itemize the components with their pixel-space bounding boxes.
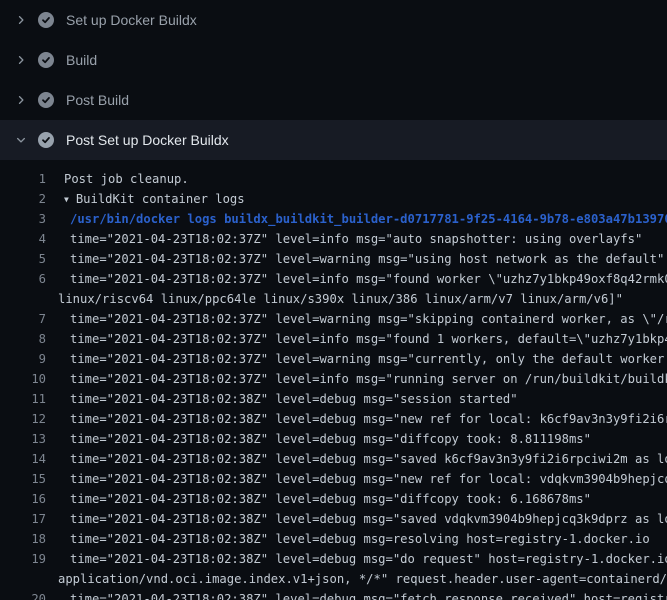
- chevron-right-icon[interactable]: [12, 52, 30, 68]
- log-text: time="2021-04-23T18:02:37Z" level=warnin…: [70, 252, 664, 266]
- log-row: 16 time="2021-04-23T18:02:38Z" level=debu…: [0, 489, 667, 509]
- log-row: linux/riscv64 linux/ppc64le linux/s390x …: [0, 289, 667, 309]
- section-label: Build: [66, 52, 97, 68]
- line-number[interactable]: 12: [0, 409, 46, 429]
- line-number[interactable]: 15: [0, 469, 46, 489]
- collapse-triangle-icon[interactable]: ▼: [64, 190, 69, 209]
- line-number[interactable]: 9: [0, 349, 46, 369]
- log-row: 3/usr/bin/docker logs buildx_buildkit_bu…: [0, 209, 667, 229]
- line-number[interactable]: 18: [0, 529, 46, 549]
- log-row: 18 time="2021-04-23T18:02:38Z" level=debu…: [0, 529, 667, 549]
- log-row: 9 time="2021-04-23T18:02:37Z" level=warni…: [0, 349, 667, 369]
- log-text: time="2021-04-23T18:02:38Z" level=debug …: [70, 492, 591, 506]
- log-text: time="2021-04-23T18:02:38Z" level=debug …: [70, 452, 667, 466]
- log-text: time="2021-04-23T18:02:38Z" level=debug …: [70, 392, 518, 406]
- line-number[interactable]: 11: [0, 389, 46, 409]
- log-text: time="2021-04-23T18:02:38Z" level=debug …: [70, 592, 667, 600]
- section-row-set-up-docker-buildx[interactable]: Set up Docker Buildx: [0, 0, 667, 40]
- line-number[interactable]: 14: [0, 449, 46, 469]
- check-circle-icon: [38, 92, 54, 108]
- line-number[interactable]: 1: [0, 169, 46, 189]
- line-number[interactable]: 7: [0, 309, 46, 329]
- log-row: 6 time="2021-04-23T18:02:37Z" level=info …: [0, 269, 667, 289]
- line-number[interactable]: 17: [0, 509, 46, 529]
- command-text: /usr/bin/docker logs buildx_buildkit_bui…: [70, 212, 667, 226]
- actions-log-viewer: Set up Docker Buildx Build Post Build: [0, 0, 667, 600]
- log-text: time="2021-04-23T18:02:37Z" level=warnin…: [70, 352, 667, 366]
- line-number[interactable]: 19: [0, 549, 46, 569]
- section-row-post-set-up-docker-buildx[interactable]: Post Set up Docker Buildx: [0, 120, 667, 160]
- check-circle-icon: [38, 12, 54, 28]
- log-text: time="2021-04-23T18:02:38Z" level=debug …: [70, 532, 650, 546]
- line-number[interactable]: 8: [0, 329, 46, 349]
- log-row: 10 time="2021-04-23T18:02:37Z" level=info…: [0, 369, 667, 389]
- line-number[interactable]: 6: [0, 269, 46, 289]
- chevron-right-icon[interactable]: [12, 12, 30, 28]
- log-text: time="2021-04-23T18:02:38Z" level=debug …: [70, 412, 667, 426]
- step-sections: Set up Docker Buildx Build Post Build: [0, 0, 667, 160]
- log-row: 1 Post job cleanup.: [0, 169, 667, 189]
- line-number[interactable]: 3: [0, 209, 46, 229]
- line-number[interactable]: 5: [0, 249, 46, 269]
- log-row: application/vnd.oci.image.index.v1+json,…: [0, 569, 667, 589]
- log-pane: 1 Post job cleanup. 2 ▼ BuildKit container l…: [0, 160, 667, 600]
- log-text: linux/riscv64 linux/ppc64le linux/s390x …: [58, 292, 623, 306]
- check-circle-icon: [38, 52, 54, 68]
- line-number[interactable]: 13: [0, 429, 46, 449]
- log-row: 19 time="2021-04-23T18:02:38Z" level=debu…: [0, 549, 667, 569]
- section-row-build[interactable]: Build: [0, 40, 667, 80]
- log-text: time="2021-04-23T18:02:38Z" level=debug …: [70, 432, 591, 446]
- log-text: time="2021-04-23T18:02:38Z" level=debug …: [70, 472, 667, 486]
- log-row: 12 time="2021-04-23T18:02:38Z" level=debu…: [0, 409, 667, 429]
- section-label: Post Set up Docker Buildx: [66, 132, 229, 148]
- log-text: time="2021-04-23T18:02:38Z" level=debug …: [70, 512, 667, 526]
- log-text: time="2021-04-23T18:02:38Z" level=debug …: [70, 552, 667, 566]
- chevron-right-icon[interactable]: [12, 92, 30, 108]
- log-row: 4 time="2021-04-23T18:02:37Z" level=info …: [0, 229, 667, 249]
- line-number[interactable]: 20: [0, 589, 46, 600]
- log-text: application/vnd.oci.image.index.v1+json,…: [58, 572, 667, 586]
- log-row: 15 time="2021-04-23T18:02:38Z" level=debu…: [0, 469, 667, 489]
- log-row: 17 time="2021-04-23T18:02:38Z" level=debu…: [0, 509, 667, 529]
- log-row: 20 time="2021-04-23T18:02:38Z" level=debu…: [0, 589, 667, 600]
- line-number[interactable]: 4: [0, 229, 46, 249]
- line-number[interactable]: 16: [0, 489, 46, 509]
- log-row: 11 time="2021-04-23T18:02:38Z" level=debu…: [0, 389, 667, 409]
- log-text: time="2021-04-23T18:02:37Z" level=warnin…: [70, 312, 667, 326]
- line-number[interactable]: 10: [0, 369, 46, 389]
- log-text: time="2021-04-23T18:02:37Z" level=info m…: [70, 232, 642, 246]
- log-row: 8 time="2021-04-23T18:02:37Z" level=info …: [0, 329, 667, 349]
- check-circle-icon: [38, 132, 54, 148]
- section-label: Post Build: [66, 92, 129, 108]
- chevron-down-icon[interactable]: [12, 132, 30, 148]
- log-text: time="2021-04-23T18:02:37Z" level=info m…: [70, 372, 667, 386]
- log-text: time="2021-04-23T18:02:37Z" level=info m…: [70, 272, 667, 286]
- section-row-post-build[interactable]: Post Build: [0, 80, 667, 120]
- log-row: 13 time="2021-04-23T18:02:38Z" level=debu…: [0, 429, 667, 449]
- section-label: Set up Docker Buildx: [66, 12, 197, 28]
- line-number[interactable]: 2: [0, 189, 46, 209]
- log-text: Post job cleanup.: [64, 172, 189, 186]
- log-group-row: 2 ▼ BuildKit container logs: [0, 189, 667, 209]
- log-text: time="2021-04-23T18:02:37Z" level=info m…: [70, 332, 667, 346]
- log-row: 7 time="2021-04-23T18:02:37Z" level=warni…: [0, 309, 667, 329]
- log-row: 14 time="2021-04-23T18:02:38Z" level=debu…: [0, 449, 667, 469]
- log-text: BuildKit container logs: [76, 192, 245, 206]
- log-row: 5 time="2021-04-23T18:02:37Z" level=warni…: [0, 249, 667, 269]
